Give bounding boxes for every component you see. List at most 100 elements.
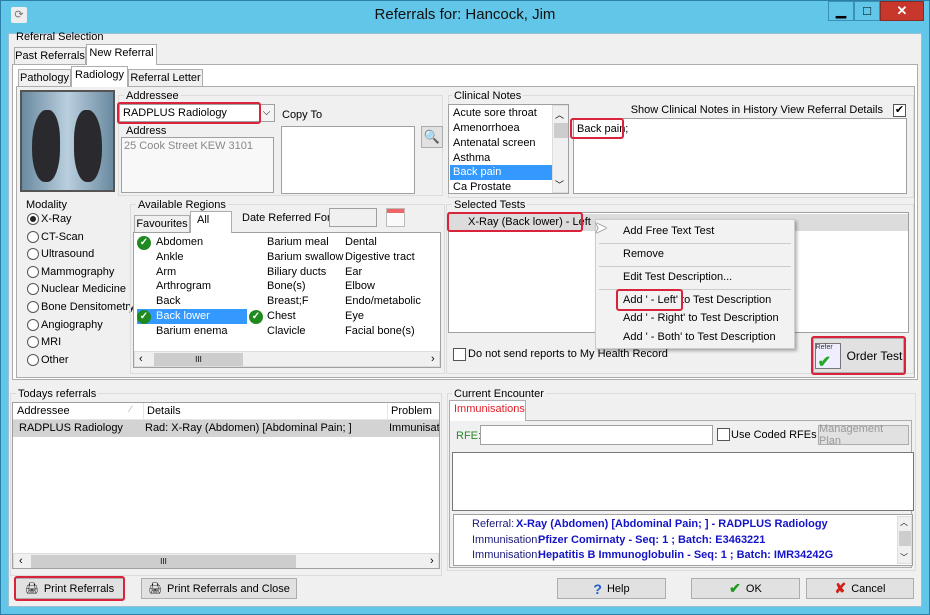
menu-add-free-text-test[interactable]: Add Free Text Test [623,225,714,237]
date-referred-label: Date Referred For [242,212,331,224]
summary-value: Hepatitis B Immunoglobulin - Seq: 1 ; Ba… [538,549,834,561]
tab-favourites[interactable]: Favourites [134,215,190,232]
use-coded-rfes-checkbox[interactable] [717,428,730,441]
printer-icon: 🖨 [148,583,163,595]
scroll-thumb[interactable] [554,123,568,138]
calendar-icon[interactable] [386,208,405,227]
modality-option-label: X-Ray [41,213,72,225]
region-item[interactable]: Bone(s) [267,280,306,292]
region-item[interactable]: Eye [345,310,364,322]
menu-add-right[interactable]: Add ' - Right' to Test Description [623,312,779,324]
region-item[interactable]: Dental [345,236,377,248]
summary-key: Referral: [472,518,515,530]
address-field[interactable]: 25 Cook Street KEW 3101 [121,137,274,193]
region-item[interactable]: Barium swallow [267,251,343,263]
menu-edit-test-description[interactable]: Edit Test Description... [623,271,732,283]
chevron-right-icon[interactable]: › [430,555,434,567]
todays-referrals-table[interactable]: Addressee ⁄ Details Problem RADPLUS Radi… [12,402,440,569]
chevron-down-icon[interactable]: ﹀ [900,552,908,563]
print-close-label: Print Referrals and Close [167,582,290,595]
show-notes-checkbox[interactable]: ✔ [893,104,906,117]
radio-other[interactable] [27,353,39,366]
radio-ct-scan[interactable] [27,230,39,243]
region-item[interactable]: Biliary ducts [267,266,326,278]
chevron-up-icon[interactable]: ︿ [555,108,564,121]
scroll-thumb[interactable] [899,531,911,546]
help-button[interactable]: ? Help [557,578,666,599]
radio-bone-densitometry[interactable] [27,301,39,313]
ok-button[interactable]: ✔ OK [691,578,800,599]
tab-immunisations[interactable]: Immunisations [449,400,526,421]
list-item[interactable]: Acute sore throat [453,107,537,119]
print-referrals-close-button[interactable]: 🖨 Print Referrals and Close [141,578,297,599]
annotation-highlight [616,289,683,311]
region-item[interactable]: Back lower [156,310,210,322]
list-item[interactable]: Antenatal screen [453,137,536,149]
scroll-thumb[interactable]: III [31,555,296,568]
list-item-selected[interactable]: Back pain [450,165,552,180]
chevron-right-icon[interactable]: › [431,353,435,365]
help-icon: ? [593,580,602,597]
tab-pathology[interactable]: Pathology [18,69,71,86]
region-item[interactable]: Endo/metabolic [345,295,421,307]
region-item[interactable]: Digestive tract [345,251,415,263]
scrollbar[interactable]: ︿ ﹀ [897,516,912,564]
radio-x-ray[interactable] [27,213,39,225]
region-item[interactable]: Arm [156,266,176,278]
region-item[interactable]: Arthrogram [156,280,211,292]
tab-referral-letter[interactable]: Referral Letter [128,69,203,86]
ok-label: OK [745,582,762,595]
region-item[interactable]: Breast;F [267,295,309,307]
encounter-notes-area[interactable] [452,452,914,511]
region-item[interactable]: Barium meal [267,236,329,248]
clinical-notes-list[interactable]: Acute sore throat Amenorrhoea Antenatal … [448,104,569,194]
column-header-addressee[interactable]: Addressee [17,405,143,417]
management-plan-button[interactable]: Management Plan [818,423,909,447]
maximize-button[interactable]: □ [854,1,880,21]
radio-mammography[interactable] [27,265,39,278]
tab-radiology[interactable]: Radiology [71,66,128,87]
tab-all[interactable]: All [190,211,232,233]
chevron-down-icon[interactable]: ⌵ [259,105,274,121]
region-item[interactable]: Facial bone(s) [345,325,415,337]
table-row[interactable]: RADPLUS Radiology Rad: X-Ray (Abdomen) [… [13,420,439,437]
mhr-checkbox[interactable] [453,348,466,361]
horizontal-scrollbar[interactable]: ‹ III › [13,553,439,568]
list-item[interactable]: Amenorrhoea [453,122,520,134]
checkmark-icon: ✓ [249,310,263,324]
menu-remove[interactable]: Remove [623,248,664,260]
list-item[interactable]: Asthma [453,152,490,164]
scroll-thumb[interactable]: III [154,353,243,366]
help-label: Help [606,582,630,595]
region-item[interactable]: Back [156,295,180,307]
radio-angiography[interactable] [27,318,39,331]
scrollbar[interactable]: ︿ ﹀ [552,105,568,193]
close-button[interactable]: ✕ [880,1,924,21]
minimize-button[interactable]: ▁ [828,1,854,21]
modality-option-label: Nuclear Medicine [41,283,126,296]
region-item[interactable]: Clavicle [267,325,306,337]
list-item[interactable]: Ca Prostate [453,181,511,193]
search-icon[interactable]: 🔍 [421,126,443,148]
region-item[interactable]: Ear [345,266,362,278]
chevron-left-icon[interactable]: ‹ [19,555,23,567]
chevron-up-icon[interactable]: ︿ [900,517,908,528]
cancel-button[interactable]: ✘ Cancel [806,578,914,599]
region-item[interactable]: Abdomen [156,236,203,248]
column-header-problem[interactable]: Problem [391,405,432,417]
region-item[interactable]: Elbow [345,280,375,292]
chevron-left-icon[interactable]: ‹ [139,353,143,365]
column-header-details[interactable]: Details [147,405,181,417]
horizontal-scrollbar[interactable]: ‹ III › [134,351,440,367]
rfe-input[interactable] [480,425,713,445]
tab-new-referral[interactable]: New Referral [86,44,157,65]
copy-to-field[interactable] [281,126,415,194]
region-item[interactable]: Chest [267,310,296,322]
menu-add-both[interactable]: Add ' - Both' to Test Description [623,331,776,343]
region-item[interactable]: Barium enema [156,325,228,337]
chevron-down-icon[interactable]: ﹀ [555,178,564,191]
tab-past-referrals[interactable]: Past Referrals [14,47,86,64]
table-header: Addressee ⁄ Details Problem [13,403,439,420]
region-item[interactable]: Ankle [156,251,184,263]
date-referred-field[interactable] [329,208,377,227]
